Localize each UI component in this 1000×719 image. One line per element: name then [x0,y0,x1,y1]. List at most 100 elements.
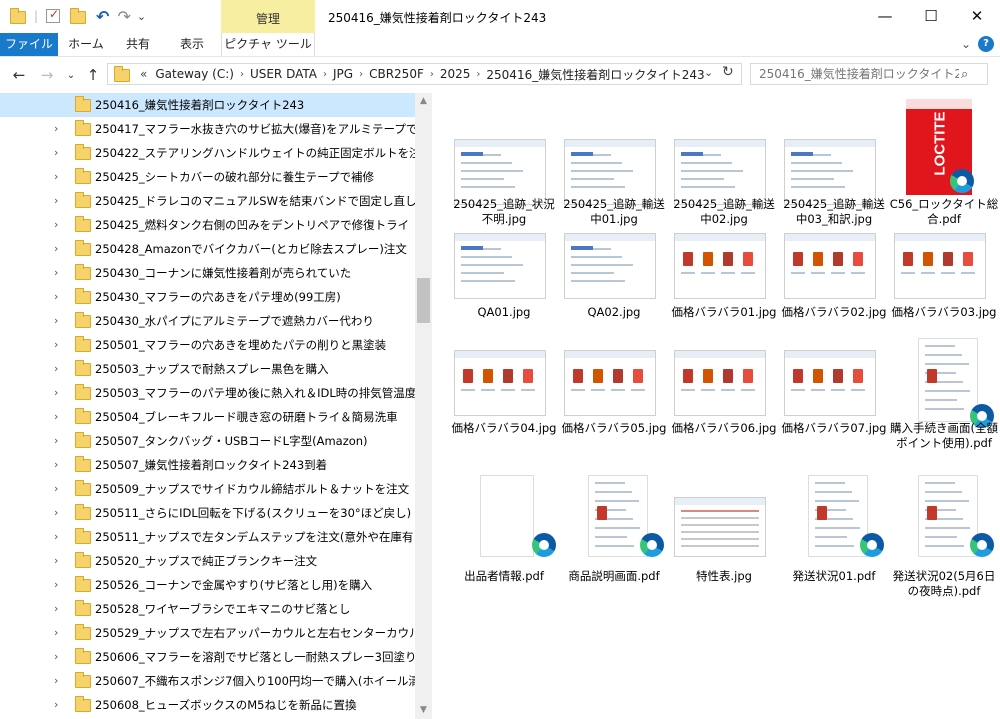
address-dropdown-icon[interactable]: ⌄ [704,66,713,79]
tree-item[interactable]: › 250425_ドラレコのマニュアルSWを結束バンドで固定し直し [0,189,415,213]
expand-chevron-icon[interactable]: › [54,603,64,615]
back-button[interactable]: ← [8,64,30,86]
tree-item[interactable]: › 250417_マフラー水抜き穴のサビ拡大(爆音)をアルミテープで塞ぐ [0,117,415,141]
close-button[interactable]: ✕ [954,0,1000,32]
image-thumbnail[interactable] [454,139,546,205]
tree-item[interactable]: › 250528_ワイヤーブラシでエキマニのサビ落とし [0,597,415,621]
address-overflow[interactable]: « [140,67,147,81]
expand-chevron-icon[interactable]: › [54,507,64,519]
tree-item[interactable]: › 250507_嫌気性接着剤ロックタイト243到着 [0,453,415,477]
recent-locations-button[interactable]: ⌄ [60,64,82,86]
pdf-thumbnail[interactable] [808,475,868,557]
tab-file[interactable]: ファイル [0,33,58,56]
expand-chevron-icon[interactable]: › [54,675,64,687]
image-thumbnail[interactable] [564,233,656,299]
expand-chevron-icon[interactable]: › [54,123,64,135]
up-button[interactable]: ↑ [82,64,104,86]
tree-item[interactable]: › 250520_ナップスで純正ブランクキー注文 [0,549,415,573]
tree-item[interactable]: › 250511_ナップスで左タンデムステップを注文(意外や在庫有り) [0,525,415,549]
image-thumbnail[interactable] [674,497,766,557]
address-bar[interactable]: « Gateway (C:) › USER DATA › JPG › CBR250F ›… [107,63,742,85]
image-thumbnail[interactable] [674,233,766,299]
expand-chevron-icon[interactable]: › [54,339,64,351]
expand-chevron-icon[interactable]: › [54,555,64,567]
expand-chevron-icon[interactable]: › [54,363,64,375]
tree-item[interactable]: › 250608_ヒューズボックスのM5ねじを新品に置換 [0,693,415,717]
crumb-jpg[interactable]: JPG [333,67,353,81]
expand-chevron-icon[interactable]: › [54,291,64,303]
tree-item[interactable]: › 250503_ナップスで耐熱スプレー黒色を購入 [0,357,415,381]
expand-chevron-icon[interactable]: › [54,387,64,399]
image-thumbnail[interactable] [674,350,766,416]
tree-item[interactable]: › 250607_不織布スポンジ7個入り100円均一で購入(ホイール清掃用) [0,669,415,693]
expand-chevron-icon[interactable]: › [54,531,64,543]
image-thumbnail[interactable] [674,139,766,205]
image-thumbnail[interactable] [454,233,546,299]
expand-chevron-icon[interactable]: › [54,219,64,231]
pdf-thumbnail[interactable] [480,475,534,557]
expand-chevron-icon[interactable]: › [54,627,64,639]
crumb-2025[interactable]: 2025 [440,67,471,81]
tree-item[interactable]: › 250501_マフラーの穴あきを埋めたパテの削りと黒塗装 [0,333,415,357]
tree-item[interactable]: › 250425_シートカバーの破れ部分に養生テープで補修 [0,165,415,189]
help-icon[interactable]: ? [978,36,994,52]
expand-chevron-icon[interactable]: › [54,435,64,447]
tree-item[interactable]: › 250526_コーナンで金属やすり(サビ落とし用)を購入 [0,573,415,597]
image-thumbnail[interactable] [564,350,656,416]
redo-icon[interactable]: ↷ [117,7,130,26]
tree-item[interactable]: › 250529_ナップスで左右アッパーカウルと左右センターカウル用のボルト [0,621,415,645]
pdf-thumbnail[interactable] [588,475,648,557]
crumb-drive[interactable]: Gateway (C:) [155,67,234,81]
nav-scrollbar[interactable]: ▲ ▼ [415,93,432,719]
tree-item[interactable]: › 250511_さらにIDL回転を下げる(スクリューを30°ほど戻し) [0,501,415,525]
tree-item-selected[interactable]: 250416_嫌気性接着剤ロックタイト243 [0,93,415,117]
tab-view[interactable]: 表示 [166,33,218,56]
image-thumbnail[interactable] [784,350,876,416]
image-thumbnail[interactable] [564,139,656,205]
undo-icon[interactable]: ↶ [96,7,109,26]
ribbon-expand-icon[interactable]: ⌄ [956,33,976,56]
qa-dropdown-icon[interactable]: ⌄ [137,10,146,23]
pdf-thumbnail[interactable] [918,475,978,557]
expand-chevron-icon[interactable]: › [54,483,64,495]
expand-chevron-icon[interactable]: › [54,171,64,183]
crumb-user-data[interactable]: USER DATA [250,67,317,81]
refresh-button[interactable]: ↻ [722,64,734,80]
scroll-down-icon[interactable]: ▼ [415,702,432,719]
forward-button[interactable]: → [36,64,58,86]
scrollbar-thumb[interactable] [417,278,430,323]
tree-item[interactable]: › 250507_タンクバッグ・USBコードL字型(Amazon) [0,429,415,453]
expand-chevron-icon[interactable]: › [54,411,64,423]
scroll-up-icon[interactable]: ▲ [415,93,432,110]
expand-chevron-icon[interactable]: › [54,459,64,471]
tab-home[interactable]: ホーム [60,33,112,56]
expand-chevron-icon[interactable]: › [54,699,64,711]
tree-item[interactable]: › 250430_マフラーの穴あきをパテ埋め(99工房) [0,285,415,309]
expand-chevron-icon[interactable]: › [54,315,64,327]
expand-chevron-icon[interactable]: › [54,267,64,279]
tree-item[interactable]: › 250430_コーナンに嫌気性接着剤が売られていた [0,261,415,285]
crumb-cbr250f[interactable]: CBR250F [369,67,424,81]
minimize-button[interactable]: — [862,0,908,32]
image-thumbnail[interactable] [894,233,986,299]
image-thumbnail[interactable] [784,233,876,299]
expand-chevron-icon[interactable]: › [54,651,64,663]
maximize-button[interactable]: ☐ [908,0,954,32]
tree-item[interactable]: › 250428_Amazonでバイクカバー(とカビ除去スプレー)注文 [0,237,415,261]
search-icon[interactable]: ⌕ [961,67,968,82]
tab-share[interactable]: 共有 [114,33,162,56]
expand-chevron-icon[interactable]: › [54,195,64,207]
expand-chevron-icon[interactable]: › [54,579,64,591]
tree-item[interactable]: › 250422_ステアリングハンドルウェイトの純正固定ボルトを注文 [0,141,415,165]
expand-chevron-icon[interactable]: › [54,147,64,159]
tree-item[interactable]: › 250504_ブレーキフルード覗き窓の研磨トライ＆簡易洗車 [0,405,415,429]
image-thumbnail[interactable] [454,350,546,416]
expand-chevron-icon[interactable]: › [54,243,64,255]
crumb-current[interactable]: 250416_嫌気性接着剤ロックタイト243 [486,66,704,83]
new-folder-icon[interactable] [70,8,87,24]
tree-item[interactable]: › 250509_ナップスでサイドカウル締結ボルト＆ナットを注文 [0,477,415,501]
tab-picture-tools[interactable]: ピクチャ ツール [221,33,315,56]
search-input[interactable] [759,67,959,81]
image-thumbnail[interactable] [784,139,876,205]
tree-item[interactable]: › 250503_マフラーのパテ埋め後に熱入れ＆IDL時の排気管温度計測 [0,381,415,405]
